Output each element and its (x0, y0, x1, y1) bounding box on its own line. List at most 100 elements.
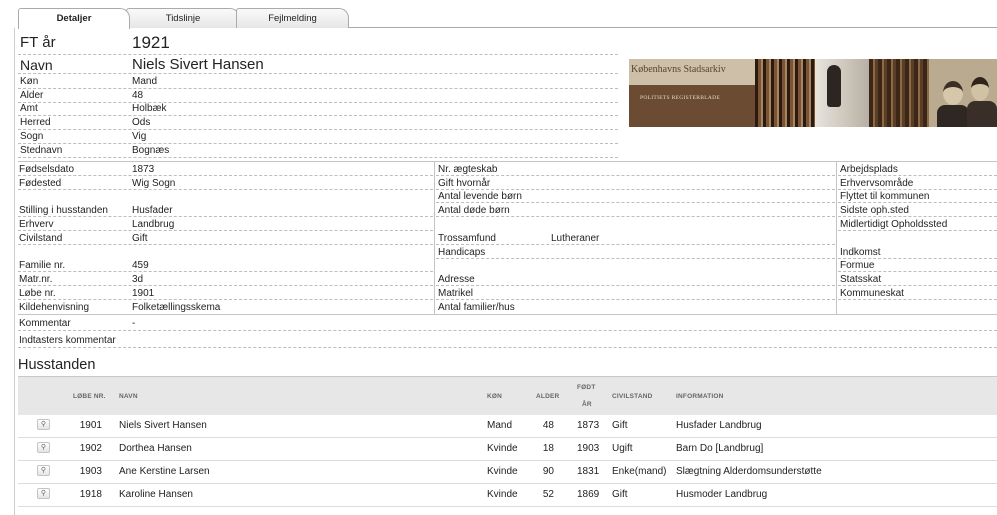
field-herred: Herred Ods (18, 116, 618, 130)
household-table-header: LØBE NR. NAVN KØN ALDER FØDT ÅR CIVILSTA… (18, 376, 997, 415)
banner-brown-panel (629, 85, 755, 127)
portrait-figure (937, 105, 969, 127)
field-label: Handicaps (438, 247, 486, 258)
field-label: Arbejdsplads (840, 164, 898, 175)
field-label: Matrikel (438, 288, 474, 299)
field-value: 459 (132, 260, 149, 271)
field-value: Husfader (132, 205, 173, 216)
magnifier-icon[interactable]: ⚲ (37, 442, 50, 453)
field-value: Folketællingsskema (132, 302, 221, 313)
row-divider (436, 175, 835, 176)
comment-label: Kommentar (19, 318, 71, 329)
banner-title: Københavns Stadsarkiv (631, 64, 726, 75)
row-divider (838, 175, 997, 176)
row-divider (436, 189, 835, 190)
row-divider (18, 347, 997, 348)
row-divider (436, 216, 835, 217)
row-divider (436, 258, 835, 259)
column-header-lobe-nr[interactable]: LØBE NR. (73, 393, 106, 400)
census-year-label: FT år (20, 34, 56, 51)
column-header-fodt[interactable]: FØDT (577, 384, 596, 391)
info-table-bottom-border (18, 314, 997, 315)
field-label: Indkomst (840, 247, 881, 258)
row-divider (838, 299, 997, 300)
cell-fodt: 1873 (577, 420, 600, 431)
table-row[interactable]: ⚲ 1902 Dorthea Hansen Kvinde 18 1903 Ugi… (18, 438, 997, 461)
household-title: Husstanden (18, 357, 96, 373)
portrait-face (971, 77, 989, 101)
magnifier-icon[interactable]: ⚲ (37, 488, 50, 499)
column-header-ar[interactable]: ÅR (582, 401, 592, 408)
field-alder: Alder 48 (18, 89, 618, 103)
tab-tidslinje[interactable]: Tidslinje (126, 8, 240, 28)
tab-fejlmelding[interactable]: Fejlmelding (236, 8, 349, 28)
magnifier-icon[interactable]: ⚲ (37, 419, 50, 430)
typist-comment-label: Indtasters kommentar (19, 335, 116, 346)
column-header-alder[interactable]: ALDER (536, 393, 559, 400)
table-row[interactable]: ⚲ 1901 Niels Sivert Hansen Mand 48 1873 … (18, 415, 997, 438)
banner-subtitle: POLITIETS REGISTERBLADE (640, 95, 721, 101)
row-divider (18, 244, 433, 245)
field-label: Antal døde børn (438, 205, 510, 216)
field-sogn: Sogn Vig (18, 130, 618, 144)
cell-fodt: 1869 (577, 489, 600, 500)
portrait-photo (929, 59, 997, 127)
row-divider (436, 202, 835, 203)
cell-lobe-nr: 1903 (79, 466, 102, 477)
cell-fodt: 1831 (577, 466, 600, 477)
field-value: Mand (132, 76, 158, 87)
field-label: Erhverv (19, 219, 54, 230)
row-divider (18, 271, 433, 272)
field-kon: Køn Mand (18, 75, 618, 89)
cell-alder: 48 (542, 420, 554, 431)
row-divider (838, 258, 997, 259)
row-divider (838, 271, 997, 272)
cell-information: Husmoder Landbrug (676, 489, 768, 500)
magnifier-icon[interactable]: ⚲ (37, 465, 50, 476)
tab-detaljer[interactable]: Detaljer (18, 8, 130, 29)
field-label: Kommuneskat (840, 288, 904, 299)
cell-navn[interactable]: Karoline Hansen (119, 489, 193, 500)
column-header-civilstand[interactable]: CIVILSTAND (612, 393, 653, 400)
cell-navn[interactable]: Niels Sivert Hansen (119, 420, 207, 431)
archive-room-image (815, 59, 869, 127)
field-label: Alder (20, 90, 44, 101)
row-divider (18, 330, 997, 331)
name-value: Niels Sivert Hansen (132, 56, 264, 73)
field-value: Ods (132, 117, 151, 128)
field-value: 1901 (132, 288, 155, 299)
cell-navn[interactable]: Ane Kerstine Larsen (119, 466, 210, 477)
field-stednavn: Stednavn Bognæs (18, 144, 618, 158)
row-divider (18, 175, 433, 176)
row-divider (18, 230, 433, 231)
cell-kon: Mand (487, 420, 513, 431)
field-label: Statsskat (840, 274, 882, 285)
field-label: Køn (20, 76, 39, 87)
field-label: Sidste oph.sted (840, 205, 909, 216)
field-value: Lutheraner (551, 233, 600, 244)
cell-civilstand: Enke(mand) (612, 466, 667, 477)
row-divider (436, 244, 835, 245)
row-divider (18, 299, 433, 300)
cell-navn[interactable]: Dorthea Hansen (119, 443, 192, 454)
stadsarkiv-banner[interactable]: Københavns Stadsarkiv POLITIETS REGISTER… (629, 59, 997, 127)
field-label: Fødselsdato (19, 164, 75, 175)
cell-kon: Kvinde (487, 489, 518, 500)
cell-alder: 52 (542, 489, 554, 500)
column-header-navn[interactable]: NAVN (119, 393, 138, 400)
field-label: Matr.nr. (19, 274, 53, 285)
cell-lobe-nr: 1902 (79, 443, 102, 454)
field-label: Gift hvornår (438, 178, 491, 189)
cell-kon: Kvinde (487, 466, 518, 477)
cell-fodt: 1903 (577, 443, 600, 454)
column-header-kon[interactable]: KØN (487, 393, 502, 400)
table-row[interactable]: ⚲ 1903 Ane Kerstine Larsen Kvinde 90 183… (18, 461, 997, 484)
field-label: Midlertidigt Opholdssted (840, 219, 948, 230)
column-header-information[interactable]: INFORMATION (676, 393, 724, 400)
field-label: Familie nr. (19, 260, 66, 271)
row-divider (436, 285, 835, 286)
table-row[interactable]: ⚲ 1918 Karoline Hansen Kvinde 52 1869 Gi… (18, 484, 997, 507)
field-value: Wig Sogn (132, 178, 176, 189)
row-divider (18, 189, 433, 190)
field-label: Herred (20, 117, 51, 128)
